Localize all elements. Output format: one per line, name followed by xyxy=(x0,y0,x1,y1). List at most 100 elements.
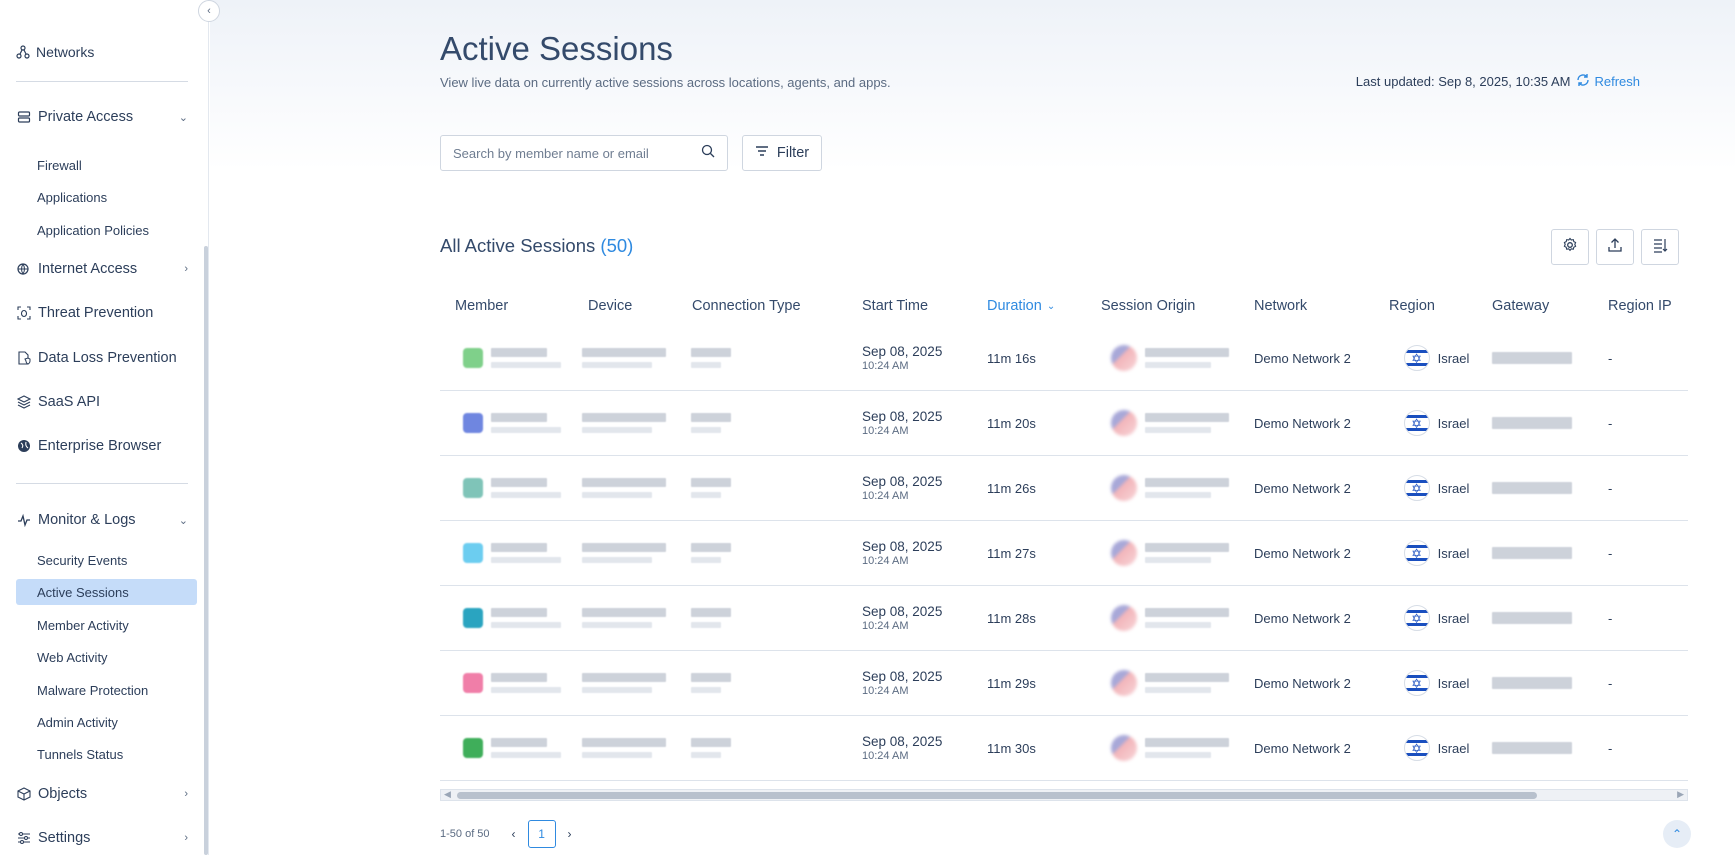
network: Demo Network 2 xyxy=(1254,545,1351,561)
duration-cell: 11m 28s xyxy=(987,586,1087,650)
network-cell: Demo Network 2 xyxy=(1254,326,1379,390)
filter-button[interactable]: Filter xyxy=(742,135,822,171)
region-ip: - xyxy=(1608,350,1613,366)
column-header-gateway[interactable]: Gateway xyxy=(1492,298,1549,314)
server-icon xyxy=(16,109,32,125)
sidebar-item-tunnels-status[interactable]: Tunnels Status xyxy=(16,741,197,767)
duration: 11m 26s xyxy=(987,480,1036,496)
region: Israel xyxy=(1437,350,1470,366)
next-page-icon[interactable]: › xyxy=(568,827,572,841)
sidebar-scrollbar[interactable] xyxy=(204,246,208,855)
start-date: Sep 08, 2025 xyxy=(862,539,943,554)
sidebar-item-monitor-logs[interactable]: Monitor & Logs ⌄ xyxy=(16,507,194,533)
sidebar-item-active-sessions[interactable]: Active Sessions xyxy=(16,579,197,605)
session-origin-cell xyxy=(1100,521,1240,585)
start-time: 10:24 AM xyxy=(862,620,909,632)
table-row[interactable]: Sep 08, 2025 10:24 AM 11m 26s Demo Network … xyxy=(440,456,1688,521)
scrollbar-thumb[interactable] xyxy=(457,792,1537,799)
sidebar-item-enterprise-browser[interactable]: Enterprise Browser xyxy=(16,433,194,459)
device-cell-redacted xyxy=(582,586,672,650)
sort-descending-icon: ⌄ xyxy=(1046,300,1056,312)
sidebar-item-applications[interactable]: Applications xyxy=(16,184,197,210)
sidebar-item-internet-access[interactable]: Internet Access › xyxy=(16,256,194,282)
scroll-right-arrow-icon[interactable]: ▶ xyxy=(1677,789,1684,800)
flag-icon xyxy=(1111,670,1137,696)
sidebar-item-threat-prevention[interactable]: Threat Prevention xyxy=(16,300,194,326)
gear-icon xyxy=(1562,237,1578,258)
region-ip-cell: - xyxy=(1608,586,1668,650)
flag-icon xyxy=(1111,540,1137,566)
region-ip: - xyxy=(1608,740,1613,756)
refresh-button[interactable]: Refresh xyxy=(1576,73,1640,90)
sidebar-item-networks[interactable]: Networks xyxy=(16,40,94,64)
table-row[interactable]: Sep 08, 2025 10:24 AM 11m 20s Demo Network … xyxy=(440,391,1688,456)
sidebar-item-security-events[interactable]: Security Events xyxy=(16,547,197,573)
scroll-left-arrow-icon[interactable]: ◀ xyxy=(444,789,451,800)
session-origin-redacted xyxy=(1145,738,1229,758)
duration: 11m 16s xyxy=(987,350,1036,366)
region-cell: ✡ Israel xyxy=(1389,586,1484,650)
sidebar-item-label: Data Loss Prevention xyxy=(38,350,177,366)
sidebar-item-settings[interactable]: Settings › xyxy=(16,825,194,851)
file-shield-icon xyxy=(16,350,32,366)
israel-flag-icon: ✡ xyxy=(1403,605,1430,631)
table-row[interactable]: Sep 08, 2025 10:24 AM 11m 16s Demo Network … xyxy=(440,326,1688,391)
search-input[interactable] xyxy=(453,145,701,161)
sidebar-item-admin-activity[interactable]: Admin Activity xyxy=(16,709,197,735)
column-header-device[interactable]: Device xyxy=(588,298,632,314)
sidebar-item-private-access[interactable]: Private Access ⌄ xyxy=(16,104,194,130)
export-button[interactable] xyxy=(1596,229,1634,265)
sidebar-item-label: Enterprise Browser xyxy=(38,438,162,454)
column-header-member[interactable]: Member xyxy=(455,298,508,314)
horizontal-scrollbar[interactable]: ◀ ▶ xyxy=(440,789,1688,801)
columns-button[interactable] xyxy=(1641,229,1679,265)
network-cell: Demo Network 2 xyxy=(1254,716,1379,780)
sidebar-item-application-policies[interactable]: Application Policies xyxy=(16,217,197,243)
last-updated: Last updated: Sep 8, 2025, 10:35 AM Refr… xyxy=(1356,73,1640,90)
column-header-connection-type[interactable]: Connection Type xyxy=(692,298,801,314)
sidebar-item-member-activity[interactable]: Member Activity xyxy=(16,612,197,638)
member-redacted xyxy=(491,478,561,498)
settings-button[interactable] xyxy=(1551,229,1589,265)
column-header-network[interactable]: Network xyxy=(1254,298,1307,314)
scroll-to-top-button[interactable]: ⌃ xyxy=(1663,820,1691,848)
duration-cell: 11m 30s xyxy=(987,716,1087,780)
collapse-sidebar-button[interactable]: ‹ xyxy=(198,0,220,22)
last-updated-text: Last updated: Sep 8, 2025, 10:35 AM xyxy=(1355,74,1571,89)
refresh-label: Refresh xyxy=(1594,74,1640,89)
column-header-session-origin[interactable]: Session Origin xyxy=(1101,298,1195,314)
table-row[interactable]: Sep 08, 2025 10:24 AM 11m 29s Demo Network … xyxy=(440,651,1688,716)
sidebar-item-saas-api[interactable]: SaaS API xyxy=(16,389,194,415)
column-header-region-ip[interactable]: Region IP xyxy=(1608,298,1672,314)
sidebar-item-label: Settings xyxy=(38,830,91,846)
region-cell: ✡ Israel xyxy=(1389,521,1484,585)
israel-flag-icon: ✡ xyxy=(1403,345,1430,371)
region-cell: ✡ Israel xyxy=(1389,326,1484,390)
column-header-start-time[interactable]: Start Time xyxy=(862,298,928,314)
pulse-icon xyxy=(16,512,32,528)
table-row[interactable]: Sep 08, 2025 10:24 AM 11m 30s Demo Network … xyxy=(440,716,1688,781)
sidebar-item-web-activity[interactable]: Web Activity xyxy=(16,644,197,670)
table-row[interactable]: Sep 08, 2025 10:24 AM 11m 27s Demo Network … xyxy=(440,521,1688,586)
start-time-cell: Sep 08, 2025 10:24 AM xyxy=(862,456,977,520)
session-origin-redacted xyxy=(1145,348,1229,368)
session-origin-cell xyxy=(1100,326,1240,390)
sidebar-item-objects[interactable]: Objects › xyxy=(16,781,194,807)
network-cell: Demo Network 2 xyxy=(1254,391,1379,455)
page-number-button[interactable]: 1 xyxy=(527,820,556,848)
region-cell: ✡ Israel xyxy=(1389,651,1484,715)
column-header-region[interactable]: Region xyxy=(1389,298,1435,314)
sidebar-item-data-loss-prevention[interactable]: Data Loss Prevention xyxy=(16,345,194,371)
table-row[interactable]: Sep 08, 2025 10:24 AM 11m 28s Demo Network … xyxy=(440,586,1688,651)
column-header-label: Duration xyxy=(987,298,1042,314)
start-time: 10:24 AM xyxy=(862,685,909,697)
search-icon[interactable] xyxy=(701,144,715,163)
sidebar-item-malware-protection[interactable]: Malware Protection xyxy=(16,677,197,703)
sidebar-item-label: Threat Prevention xyxy=(38,305,154,321)
sidebar-item-firewall[interactable]: Firewall xyxy=(16,152,197,178)
prev-page-icon[interactable]: ‹ xyxy=(512,827,516,841)
start-time-cell: Sep 08, 2025 10:24 AM xyxy=(862,586,977,650)
column-header-duration[interactable]: Duration ⌄ xyxy=(987,298,1055,314)
connection-type-redacted xyxy=(691,521,781,585)
duration-cell: 11m 27s xyxy=(987,521,1087,585)
